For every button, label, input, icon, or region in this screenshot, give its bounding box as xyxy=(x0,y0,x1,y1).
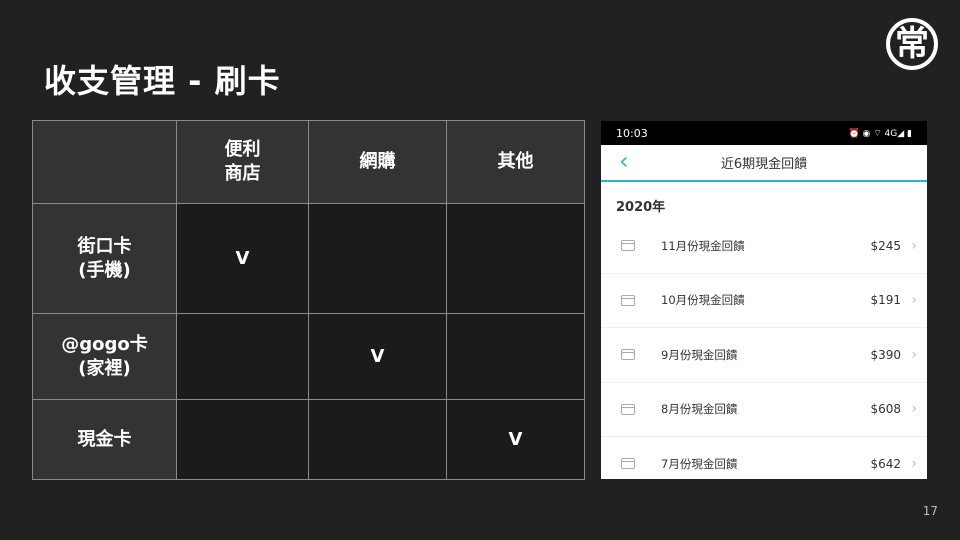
logo: 常 xyxy=(886,18,938,70)
status-icons: ⏰ ◉ ⌔ 4G◢ ▮ xyxy=(848,128,912,139)
chevron-right-icon: › xyxy=(911,401,917,418)
item-label: 9月份現金回饋 xyxy=(661,347,738,362)
card-icon xyxy=(621,349,635,361)
table-cell xyxy=(308,399,447,480)
header-online: 網購 xyxy=(308,120,447,204)
item-amount: $191 xyxy=(870,293,901,308)
header-empty xyxy=(32,120,177,204)
page-title: 收支管理 - 刷卡 xyxy=(44,62,281,100)
chevron-right-icon: › xyxy=(911,455,917,472)
chevron-right-icon: › xyxy=(911,292,917,309)
item-amount: $390 xyxy=(870,347,901,362)
chevron-right-icon: › xyxy=(911,346,917,363)
cashback-list-item[interactable]: 9月份現金回饋 $390 › xyxy=(601,328,927,383)
table-cell: V xyxy=(176,203,309,314)
row-label: 街口卡 (手機) xyxy=(32,203,177,314)
card-usage-table: 便利 商店 網購 其他 街口卡 (手機) V @gogo卡 (家裡) V 現金卡… xyxy=(32,120,585,480)
card-icon xyxy=(621,240,635,252)
table-cell xyxy=(446,203,585,314)
status-bar: 10:03 ⏰ ◉ ⌔ 4G◢ ▮ xyxy=(601,121,927,145)
cashback-list-item[interactable]: 10月份現金回饋 $191 › xyxy=(601,274,927,328)
back-icon[interactable]: ‹ xyxy=(619,147,629,175)
card-icon xyxy=(621,294,635,306)
header-other: 其他 xyxy=(446,120,585,204)
header-convenience-store: 便利 商店 xyxy=(176,120,309,204)
phone-screenshot: 10:03 ⏰ ◉ ⌔ 4G◢ ▮ ‹ 近6期現金回饋 2020年 11月份現金… xyxy=(601,121,927,479)
card-icon xyxy=(621,458,635,470)
table-cell xyxy=(308,203,447,314)
status-time: 10:03 xyxy=(616,126,648,140)
table-cell xyxy=(176,399,309,480)
table-cell xyxy=(446,313,585,400)
row-label: @gogo卡 (家裡) xyxy=(32,313,177,400)
cashback-list-item[interactable]: 8月份現金回饋 $608 › xyxy=(601,383,927,437)
item-label: 10月份現金回饋 xyxy=(661,293,745,308)
page-number: 17 xyxy=(922,504,938,518)
year-heading: 2020年 xyxy=(616,200,666,215)
item-label: 11月份現金回饋 xyxy=(661,238,745,253)
item-amount: $608 xyxy=(870,402,901,417)
item-amount: $642 xyxy=(870,456,901,471)
nav-title: 近6期現金回饋 xyxy=(720,157,808,172)
cashback-list-item[interactable]: 11月份現金回饋 $245 › xyxy=(601,219,927,274)
cashback-list-item[interactable]: 7月份現金回饋 $642 › xyxy=(601,437,927,479)
table-cell: V xyxy=(446,399,585,480)
item-amount: $245 xyxy=(870,238,901,253)
chevron-right-icon: › xyxy=(911,237,917,254)
table-cell: V xyxy=(308,313,447,400)
item-label: 7月份現金回饋 xyxy=(661,456,738,471)
item-label: 8月份現金回饋 xyxy=(661,402,738,417)
card-icon xyxy=(621,403,635,415)
table-cell xyxy=(176,313,309,400)
nav-bar: ‹ 近6期現金回饋 xyxy=(601,145,927,182)
row-label: 現金卡 xyxy=(32,399,177,480)
